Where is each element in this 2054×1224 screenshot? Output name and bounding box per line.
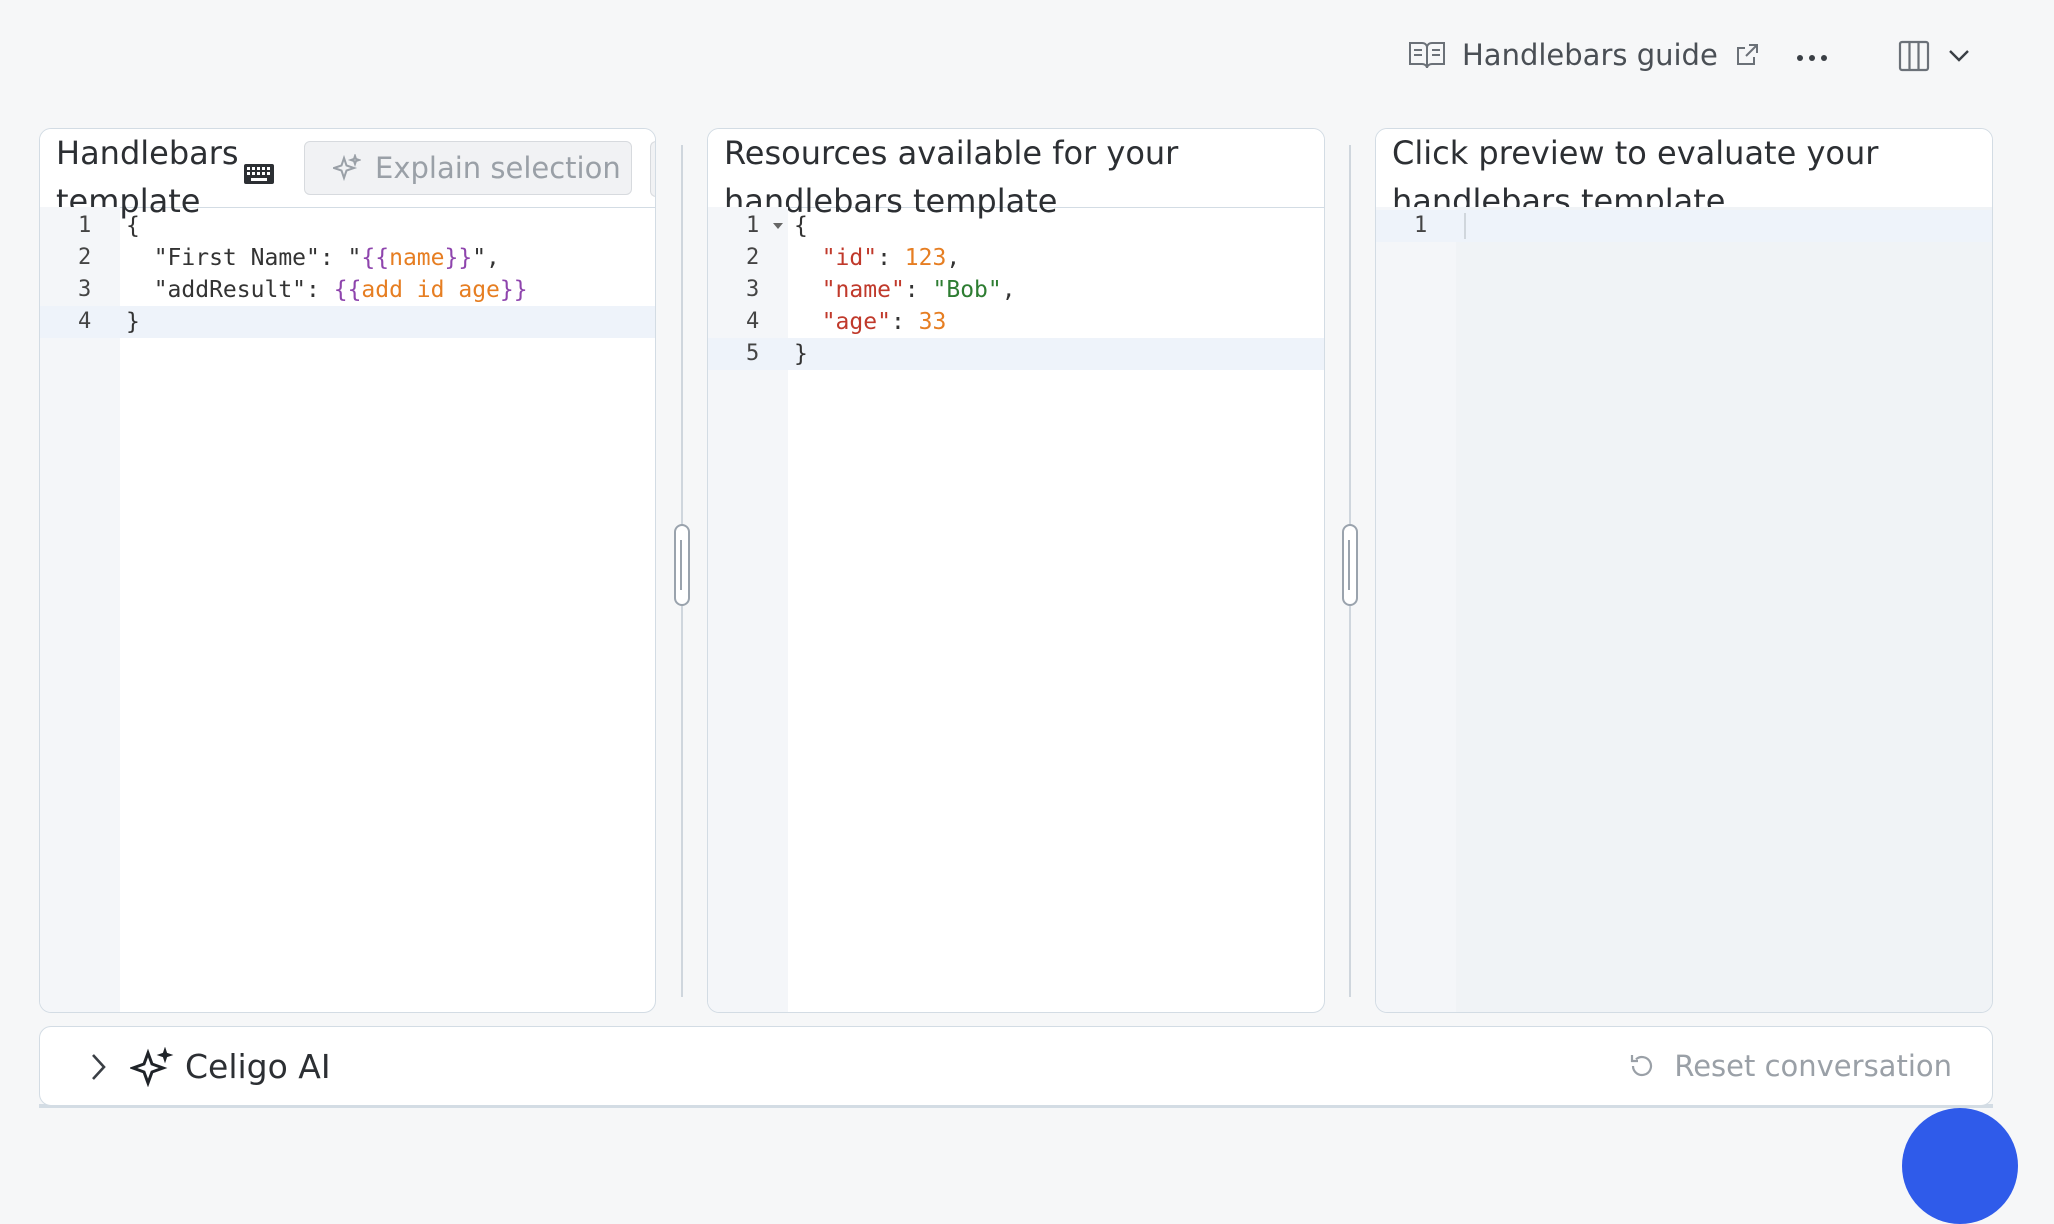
template-panel: Handlebars template Explain selection 1 … [39,128,656,1013]
preview-output-editor[interactable] [1456,207,1992,1012]
code-token: : [890,309,919,335]
overflow-button-edge[interactable] [650,141,655,197]
code-token: } [794,341,808,367]
resize-handle[interactable] [674,524,690,606]
line-number-gutter: 1 2 3 4 [40,207,120,1012]
code-token: { [126,213,140,239]
code-line: "addResult": {{add id age}} [120,274,655,306]
code-line: "id": 123, [788,242,1324,274]
line-number: 1 [1376,210,1456,242]
more-horizontal-icon [1797,55,1827,61]
code-token: }} [444,245,473,271]
sparkle-icon [333,154,361,182]
code-line: "name": "Bob", [788,274,1324,306]
code-token: : [904,277,933,303]
code-line: { [788,210,1324,242]
code-token: , [1001,277,1016,303]
more-options-button[interactable] [1790,36,1834,80]
line-number: 4 [746,309,760,334]
fold-arrow-icon[interactable] [773,210,783,242]
code-token: "First Name": " [126,245,362,271]
code-token: } [126,309,140,335]
line-number: 1 [78,213,92,238]
text-cursor [1464,213,1466,239]
code-token: "name" [821,277,905,303]
line-number: 2 [746,245,760,270]
code-token: "id" [821,245,878,271]
explain-selection-label: Explain selection [375,151,621,185]
columns-icon [1898,40,1930,72]
code-token: , [946,245,961,271]
celigo-ai-bar: Celigo AI Reset conversation [39,1026,1993,1106]
code-line: } [120,306,655,338]
line-number: 4 [40,306,120,338]
preview-panel: Click preview to evaluate your handlebar… [1375,128,1993,1013]
code-token: 123 [904,245,947,271]
code-token: "addResult": [126,277,334,303]
layout-toggle-button[interactable] [1898,40,1970,72]
code-token: { [794,213,808,239]
line-number: 5 [708,338,788,370]
resources-code-editor[interactable]: { "id": 123, "name": "Bob", "age": 33} [788,207,1324,1012]
code-token: "Bob" [932,277,1002,303]
line-number: 3 [78,277,92,302]
chevron-right-icon[interactable] [84,1050,114,1084]
line-number: 3 [746,277,760,302]
resources-panel-header: Resources available for your handlebars … [708,129,1324,220]
code-token: ", [472,245,500,271]
resources-panel: Resources available for your handlebars … [707,128,1325,1013]
code-token: {{ [361,245,390,271]
code-token: name [389,245,445,271]
reset-conversation-label: Reset conversation [1674,1049,1952,1083]
code-token: }} [499,277,528,303]
line-number-gutter: 1 [1376,207,1456,1012]
code-token: add id age [361,277,500,303]
book-icon [1408,39,1446,71]
sparkle-icon [130,1047,174,1087]
template-panel-header: Handlebars template Explain selection [40,129,655,220]
code-line: "age": 33 [788,306,1324,338]
resize-handle[interactable] [1342,524,1358,606]
code-token: : [877,245,905,271]
line-number-gutter: 12345 [708,207,788,1012]
chevron-down-icon [1948,49,1970,63]
explain-selection-button[interactable]: Explain selection [304,141,632,195]
floating-action-button[interactable] [1902,1108,2018,1224]
handlebars-guide-label: Handlebars guide [1462,38,1718,72]
code-token: "age" [821,309,891,335]
code-line: "First Name": "{{name}}", [120,242,655,274]
external-link-icon [1734,42,1760,68]
code-line [1456,210,1992,242]
reset-icon [1628,1052,1656,1080]
editor-toolbar: Handlebars guide [0,0,2054,120]
template-code-editor[interactable]: { "First Name": "{{name}}", "addResult":… [120,207,655,1012]
code-line: } [788,338,1324,370]
handlebars-guide-link[interactable]: Handlebars guide [1408,38,1760,72]
keyboard-icon[interactable] [244,163,274,185]
reset-conversation-button[interactable]: Reset conversation [1628,1041,1952,1091]
line-number: 2 [78,245,92,270]
preview-panel-header: Click preview to evaluate your handlebar… [1376,129,1992,220]
code-line: { [120,210,655,242]
code-token: 33 [918,309,947,335]
code-token: {{ [333,277,362,303]
celigo-ai-title: Celigo AI [185,1047,331,1086]
